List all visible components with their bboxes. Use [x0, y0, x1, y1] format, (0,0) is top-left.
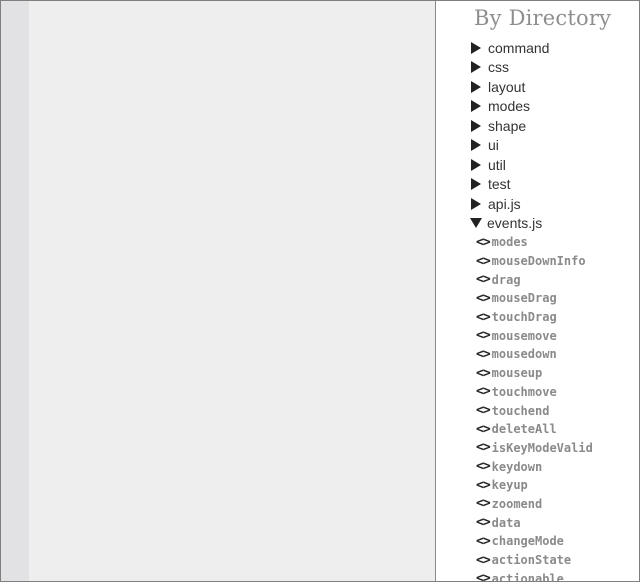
- function-label: drag: [491, 272, 521, 287]
- directory-label: command: [488, 39, 550, 56]
- directory-label: modes: [488, 98, 531, 115]
- directory-list: command css layout modes shape ui util t…: [470, 38, 549, 233]
- function-item[interactable]: <> touchend: [476, 401, 593, 420]
- code-icon: <>: [476, 533, 491, 549]
- directory-label: api.js: [488, 195, 521, 212]
- function-label: keyup: [491, 478, 528, 493]
- function-label: touchend: [491, 403, 550, 418]
- function-label: data: [491, 515, 521, 530]
- code-icon: <>: [476, 496, 491, 512]
- function-label: actionable: [491, 571, 564, 581]
- directory-label: ui: [488, 137, 499, 154]
- directory-label: css: [488, 59, 509, 76]
- function-item[interactable]: <> mousemove: [476, 326, 593, 345]
- function-label: mouseup: [491, 366, 543, 381]
- code-icon: <>: [476, 253, 491, 269]
- code-icon: <>: [476, 365, 491, 381]
- directory-item[interactable]: test: [470, 175, 549, 195]
- directory-label: layout: [488, 78, 526, 95]
- function-item[interactable]: <> touchmove: [476, 383, 593, 402]
- directory-item[interactable]: command: [470, 38, 549, 58]
- code-icon: <>: [476, 384, 491, 400]
- directory-label: test: [488, 176, 511, 193]
- directory-label: events.js: [487, 215, 543, 232]
- function-label: mousemove: [491, 328, 557, 343]
- code-icon: <>: [476, 328, 491, 344]
- function-item[interactable]: <> actionable: [476, 569, 593, 581]
- sidebar-title: By Directory: [474, 6, 612, 30]
- directory-item[interactable]: css: [470, 58, 549, 78]
- left-gutter: [1, 1, 29, 581]
- function-list: <> modes <> mouseDownInfo <> drag <> mouseDr…: [476, 233, 593, 581]
- function-label: mouseDrag: [491, 291, 557, 306]
- function-item[interactable]: <> mousedown: [476, 345, 593, 364]
- function-label: keydown: [491, 459, 543, 474]
- directory-label: shape: [488, 117, 527, 134]
- function-label: zoomend: [491, 496, 543, 511]
- directory-item[interactable]: api.js: [470, 194, 549, 214]
- collapsed-arrow-icon[interactable]: [471, 80, 481, 93]
- function-label: modes: [491, 235, 528, 250]
- collapsed-arrow-icon[interactable]: [471, 139, 481, 152]
- directory-item[interactable]: events.js: [470, 214, 549, 234]
- code-icon: <>: [476, 290, 491, 306]
- code-icon: <>: [476, 421, 491, 437]
- function-item[interactable]: <> drag: [476, 270, 593, 289]
- code-icon: <>: [476, 403, 491, 419]
- expanded-arrow-icon[interactable]: [470, 218, 482, 229]
- function-item[interactable]: <> keyup: [476, 476, 593, 495]
- directory-item[interactable]: modes: [470, 97, 549, 117]
- code-icon: <>: [476, 309, 491, 325]
- function-label: deleteAll: [491, 422, 557, 437]
- function-item[interactable]: <> mouseup: [476, 364, 593, 383]
- function-label: touchmove: [491, 384, 557, 399]
- code-icon: <>: [476, 571, 491, 581]
- directory-label: util: [488, 156, 506, 173]
- function-label: mouseDownInfo: [491, 254, 586, 269]
- directory-item[interactable]: layout: [470, 77, 549, 97]
- code-icon: <>: [476, 272, 491, 288]
- function-item[interactable]: <> modes: [476, 233, 593, 252]
- function-label: mousedown: [491, 347, 557, 362]
- app-frame: By Directory command css layout modes sh…: [0, 0, 640, 582]
- function-item[interactable]: <> data: [476, 513, 593, 532]
- collapsed-arrow-icon[interactable]: [471, 61, 481, 74]
- function-item[interactable]: <> mouseDownInfo: [476, 252, 593, 271]
- code-icon: <>: [476, 477, 491, 493]
- collapsed-arrow-icon[interactable]: [471, 119, 481, 132]
- collapsed-arrow-icon[interactable]: [471, 158, 481, 171]
- collapsed-arrow-icon[interactable]: [471, 100, 481, 113]
- directory-item[interactable]: ui: [470, 136, 549, 156]
- function-label: touchDrag: [491, 310, 557, 325]
- main-content-area[interactable]: [29, 1, 435, 581]
- code-icon: <>: [476, 515, 491, 531]
- function-item[interactable]: <> changeMode: [476, 532, 593, 551]
- code-icon: <>: [476, 459, 491, 475]
- collapsed-arrow-icon[interactable]: [471, 197, 481, 210]
- collapsed-arrow-icon[interactable]: [471, 178, 481, 191]
- directory-item[interactable]: util: [470, 155, 549, 175]
- function-item[interactable]: <> mouseDrag: [476, 289, 593, 308]
- function-item[interactable]: <> zoomend: [476, 495, 593, 514]
- function-label: actionState: [491, 553, 572, 568]
- function-item[interactable]: <> isKeyModeValid: [476, 439, 593, 458]
- code-icon: <>: [476, 346, 491, 362]
- function-item[interactable]: <> touchDrag: [476, 308, 593, 327]
- function-item[interactable]: <> keydown: [476, 457, 593, 476]
- function-item[interactable]: <> actionState: [476, 551, 593, 570]
- code-icon: <>: [476, 440, 491, 456]
- code-icon: <>: [476, 552, 491, 568]
- function-label: changeMode: [491, 534, 564, 549]
- directory-item[interactable]: shape: [470, 116, 549, 136]
- function-label: isKeyModeValid: [491, 440, 593, 455]
- collapsed-arrow-icon[interactable]: [471, 41, 481, 54]
- code-icon: <>: [476, 234, 491, 250]
- function-item[interactable]: <> deleteAll: [476, 420, 593, 439]
- directory-sidebar[interactable]: By Directory command css layout modes sh…: [435, 1, 639, 581]
